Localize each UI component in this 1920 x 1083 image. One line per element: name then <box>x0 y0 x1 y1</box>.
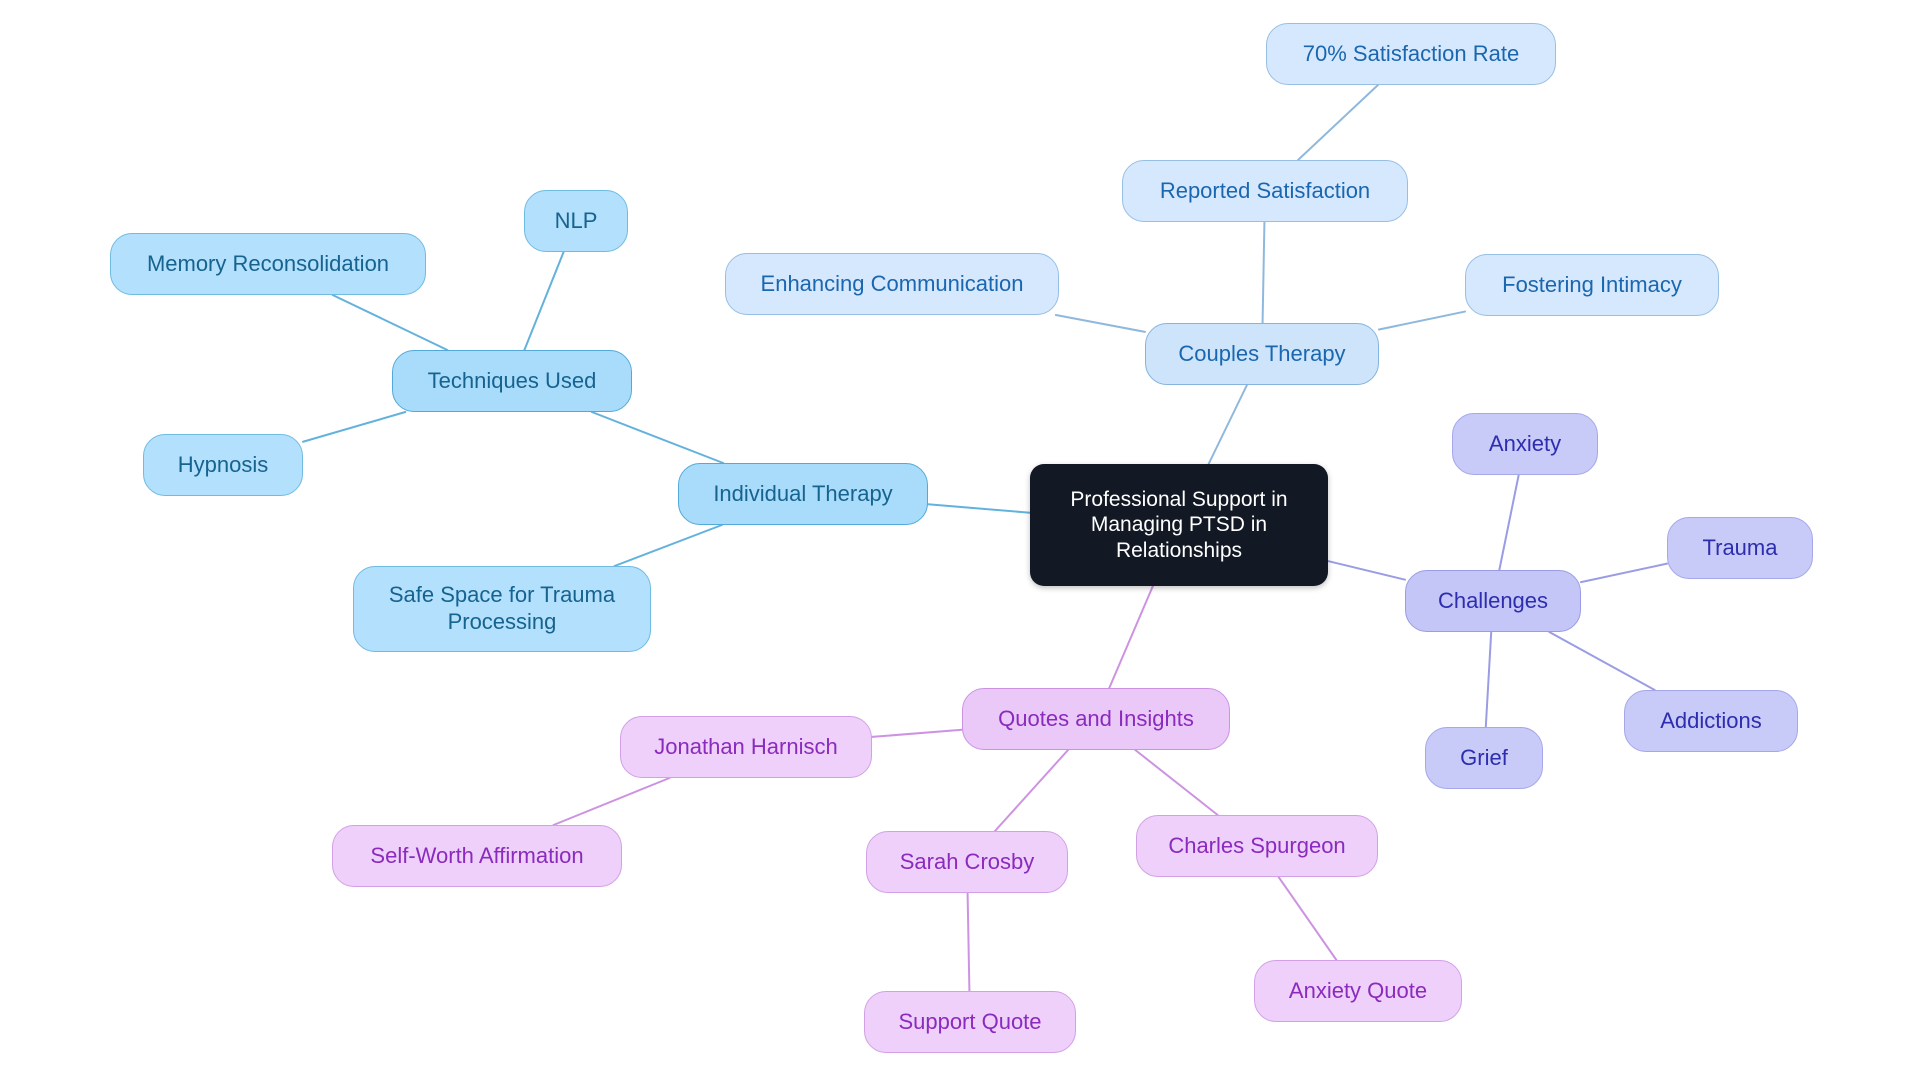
mindmap-node-label: Couples Therapy <box>1178 340 1346 366</box>
mindmap-node-anxiety[interactable]: Anxiety <box>1452 413 1598 475</box>
mindmap-edge <box>1484 631 1493 728</box>
mindmap-node-label: Individual Therapy <box>713 480 893 506</box>
mindmap-node-couples-therapy[interactable]: Couples Therapy <box>1145 323 1379 385</box>
mindmap-edge <box>1261 221 1266 324</box>
mindmap-node-label: Fostering Intimacy <box>1502 271 1682 297</box>
mindmap-edge <box>552 777 671 826</box>
mindmap-node-label: Hypnosis <box>177 451 269 477</box>
mindmap-node-self-worth-affirmation[interactable]: Self-Worth Affirmation <box>332 825 622 887</box>
mindmap-node-enhancing-communication[interactable]: Enhancing Communication <box>725 253 1059 315</box>
mindmap-canvas: Professional Support in Managing PTSD in… <box>0 0 1920 1083</box>
mindmap-node-label: Memory Reconsolidation <box>146 250 390 276</box>
mindmap-edge <box>1297 84 1379 161</box>
mindmap-node-anxiety-quote[interactable]: Anxiety Quote <box>1254 960 1462 1022</box>
mindmap-edge <box>590 411 725 464</box>
mindmap-node-label: Grief <box>1460 744 1508 770</box>
mindmap-node-label: Anxiety Quote <box>1288 977 1428 1003</box>
mindmap-node-label: Challenges <box>1437 587 1549 613</box>
mindmap-node-label: Safe Space for Trauma Processing <box>388 582 616 634</box>
mindmap-node-fostering-intimacy[interactable]: Fostering Intimacy <box>1465 254 1719 316</box>
mindmap-edge <box>871 728 963 738</box>
mindmap-node-support-quote[interactable]: Support Quote <box>864 991 1076 1053</box>
mindmap-node-hypnosis[interactable]: Hypnosis <box>143 434 303 496</box>
mindmap-node-safe-space-for-trauma-processing[interactable]: Safe Space for Trauma Processing <box>353 566 651 652</box>
mindmap-node-70-satisfaction-rate[interactable]: 70% Satisfaction Rate <box>1266 23 1556 85</box>
mindmap-node-addictions[interactable]: Addictions <box>1624 690 1798 752</box>
mindmap-node-individual-therapy[interactable]: Individual Therapy <box>678 463 928 525</box>
mindmap-node-grief[interactable]: Grief <box>1425 727 1543 789</box>
mindmap-node-root[interactable]: Professional Support in Managing PTSD in… <box>1030 464 1328 586</box>
mindmap-edge <box>1327 560 1406 581</box>
mindmap-edge <box>1108 585 1154 689</box>
mindmap-edge <box>1548 631 1656 691</box>
mindmap-edge <box>927 503 1031 514</box>
mindmap-node-charles-spurgeon[interactable]: Charles Spurgeon <box>1136 815 1378 877</box>
mindmap-node-label: Anxiety <box>1488 430 1562 456</box>
mindmap-node-label: Support Quote <box>898 1008 1042 1034</box>
mindmap-node-sarah-crosby[interactable]: Sarah Crosby <box>866 831 1068 893</box>
mindmap-node-label: NLP <box>554 207 598 233</box>
mindmap-node-label: Reported Satisfaction <box>1159 177 1371 203</box>
mindmap-edge <box>302 411 407 443</box>
mindmap-node-label: Techniques Used <box>427 367 597 393</box>
mindmap-node-quotes-and-insights[interactable]: Quotes and Insights <box>962 688 1230 750</box>
mindmap-edges <box>302 84 1668 992</box>
mindmap-edge <box>1134 749 1219 816</box>
mindmap-node-challenges[interactable]: Challenges <box>1405 570 1581 632</box>
mindmap-node-nlp[interactable]: NLP <box>524 190 628 252</box>
mindmap-edge <box>993 749 1070 832</box>
mindmap-edge <box>1580 562 1668 584</box>
mindmap-node-label: Quotes and Insights <box>998 705 1194 731</box>
mindmap-node-label: Jonathan Harnisch <box>654 733 838 759</box>
mindmap-edge <box>1498 474 1520 571</box>
mindmap-node-label: Professional Support in Managing PTSD in… <box>1070 487 1288 562</box>
mindmap-node-memory-reconsolidation[interactable]: Memory Reconsolidation <box>110 233 426 295</box>
mindmap-edge <box>1207 384 1248 465</box>
mindmap-node-label: Sarah Crosby <box>899 848 1035 874</box>
mindmap-edge <box>1054 314 1146 333</box>
mindmap-node-label: Self-Worth Affirmation <box>370 842 584 868</box>
mindmap-node-label: Addictions <box>1660 707 1762 733</box>
mindmap-edge <box>523 251 565 351</box>
mindmap-edge <box>331 294 449 351</box>
mindmap-node-label: Trauma <box>1702 534 1778 560</box>
mindmap-node-reported-satisfaction[interactable]: Reported Satisfaction <box>1122 160 1408 222</box>
mindmap-edge <box>613 524 723 567</box>
mindmap-node-trauma[interactable]: Trauma <box>1667 517 1813 579</box>
mindmap-edge <box>1277 876 1338 961</box>
mindmap-edge <box>1378 310 1466 331</box>
mindmap-node-label: 70% Satisfaction Rate <box>1302 40 1520 66</box>
mindmap-node-jonathan-harnisch[interactable]: Jonathan Harnisch <box>620 716 872 778</box>
mindmap-edge <box>966 892 971 992</box>
mindmap-node-label: Charles Spurgeon <box>1168 832 1346 858</box>
mindmap-node-techniques-used[interactable]: Techniques Used <box>392 350 632 412</box>
mindmap-node-label: Enhancing Communication <box>760 270 1024 296</box>
